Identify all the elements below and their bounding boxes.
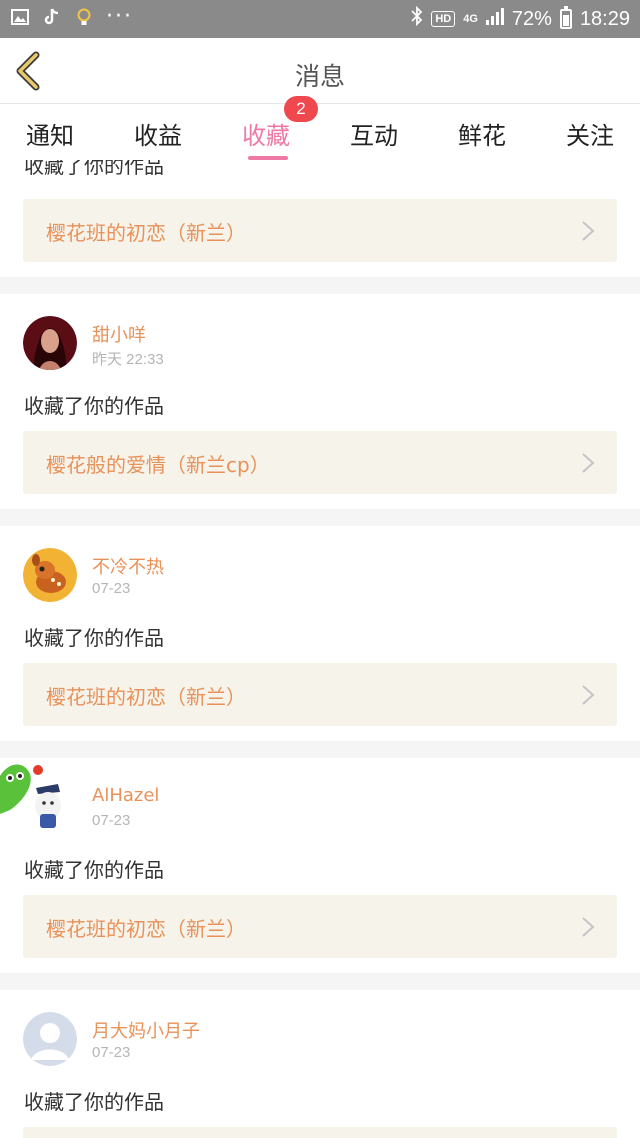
timestamp: 07-23 (92, 1044, 131, 1061)
tab-bar: 通知 收益 收藏 互动 鲜花 关注 2 (0, 96, 640, 160)
chevron-right-icon (582, 685, 595, 705)
list-item: 甜小咩 昨天 22:33 收藏了你的作品 樱花般的爱情（新兰cp） (0, 294, 640, 509)
tab-flowers[interactable]: 鲜花 (432, 116, 532, 151)
header: 消息 (0, 38, 640, 104)
timestamp: 07-23 (92, 580, 131, 597)
timestamp: 昨天 22:33 (92, 351, 164, 368)
work-link[interactable] (23, 1127, 617, 1138)
clock: 18:29 (579, 7, 630, 30)
list-item: 不冷不热 07-23 收藏了你的作品 樱花班的初恋（新兰） (0, 526, 640, 741)
timestamp: 07-23 (92, 812, 131, 829)
tab-notifications[interactable]: 通知 (0, 116, 100, 151)
user-name[interactable]: 不冷不热 (92, 553, 164, 579)
list-item: 收藏了你的作品 樱花班的初恋（新兰） (0, 160, 640, 277)
chevron-right-icon (582, 453, 595, 473)
battery-percent: 72% (511, 7, 552, 30)
favorites-list: 收藏了你的作品 樱花班的初恋（新兰） 甜小咩 昨天 22:33 收藏了你的作品 … (0, 160, 640, 1138)
bulb-icon (74, 7, 94, 27)
user-name[interactable]: 甜小咩 (92, 321, 146, 347)
avatar[interactable] (23, 316, 77, 370)
item-action-text: 收藏了你的作品 (24, 626, 164, 650)
tab-badge: 2 (284, 96, 318, 122)
work-link[interactable]: 樱花班的初恋（新兰） (23, 895, 617, 958)
network-label: 4G (463, 12, 478, 25)
work-link[interactable]: 樱花班的初恋（新兰） (23, 663, 617, 726)
tab-follows[interactable]: 关注 (540, 116, 640, 151)
avatar[interactable] (23, 548, 77, 602)
work-title: 樱花般的爱情（新兰cp） (46, 453, 270, 477)
status-bar: ··· HD 4G 72% 18:29 (0, 0, 640, 38)
item-action-text: 收藏了你的作品 (24, 394, 164, 418)
tab-interactions[interactable]: 互动 (324, 116, 424, 151)
chevron-right-icon (582, 221, 595, 241)
list-item: 月大妈小月子 07-23 收藏了你的作品 (0, 990, 640, 1138)
hd-badge: HD (431, 11, 456, 27)
tiktok-icon (42, 7, 62, 27)
work-link[interactable]: 樱花班的初恋（新兰） (23, 199, 617, 262)
item-action-text: 收藏了你的作品 (24, 1090, 164, 1114)
item-action-text: 收藏了你的作品 (24, 858, 164, 882)
work-title: 樱花班的初恋（新兰） (46, 917, 246, 941)
item-action-text: 收藏了你的作品 (24, 160, 164, 178)
overflow-dots: ··· (106, 4, 133, 29)
gallery-icon (10, 7, 30, 27)
bluetooth-icon (411, 5, 423, 32)
user-name[interactable]: AlHazel (92, 785, 159, 806)
tab-earnings[interactable]: 收益 (108, 116, 208, 151)
work-title: 樱花班的初恋（新兰） (46, 685, 246, 709)
avatar-frame-decoration (0, 758, 80, 838)
work-link[interactable]: 樱花般的爱情（新兰cp） (23, 431, 617, 494)
page-title: 消息 (294, 62, 345, 91)
avatar[interactable] (23, 1012, 77, 1066)
list-item: AlHazel 07-23 收藏了你的作品 樱花班的初恋（新兰） (0, 758, 640, 973)
work-title: 樱花班的初恋（新兰） (46, 221, 246, 245)
signal-icon (485, 7, 504, 31)
user-name[interactable]: 月大妈小月子 (92, 1017, 200, 1043)
chevron-right-icon (582, 917, 595, 937)
battery-icon (559, 6, 572, 29)
